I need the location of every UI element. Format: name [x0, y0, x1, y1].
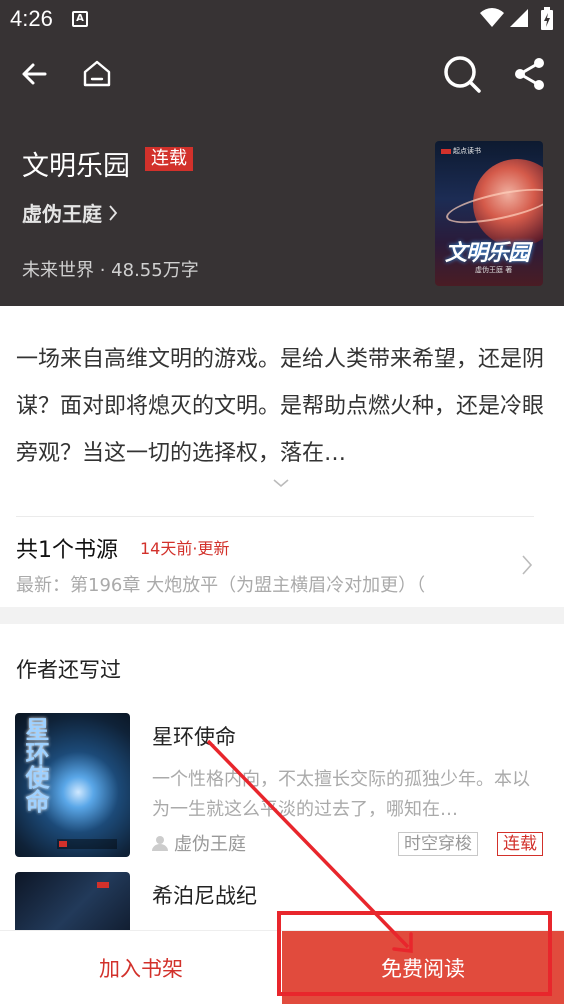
section-title: 作者还写过 [16, 658, 121, 682]
status-badge: 连载 [145, 147, 193, 171]
wifi-icon [480, 8, 504, 27]
chevron-right-icon [109, 204, 118, 221]
status-time: 4:26 [10, 6, 53, 31]
notification-icon: A [72, 11, 88, 27]
expand-button[interactable] [272, 474, 290, 493]
battery-icon [541, 7, 553, 30]
cover-author: 虚伪王庭 著 [475, 266, 513, 274]
add-to-shelf-button[interactable]: 加入书架 [0, 931, 282, 1004]
book-cover[interactable] [15, 872, 130, 930]
search-icon [444, 56, 481, 93]
cover-publisher-logo [57, 839, 117, 849]
status-tag: 连载 [497, 832, 543, 856]
source-update: 14天前·更新 [140, 539, 230, 558]
book-description: 一个性格内向，不太擅长交际的孤独少年。本以为一生就这么平淡的过去了，哪知在… [152, 769, 530, 820]
arrow-left-icon [22, 63, 47, 85]
genre-tag: 时空穿梭 [398, 832, 478, 856]
source-count: 共1个书源 [16, 538, 118, 563]
book-author: 虚伪王庭 [152, 830, 246, 856]
back-button[interactable] [12, 52, 56, 96]
search-button[interactable] [440, 52, 484, 96]
status-bar: 4:26 A [0, 0, 564, 38]
author-link[interactable]: 虚伪王庭 [22, 198, 118, 227]
share-button[interactable] [508, 52, 552, 96]
chevron-right-icon [522, 555, 533, 575]
bottom-bar: 加入书架 免费阅读 [0, 930, 564, 1004]
book-description[interactable]: 一场来自高维文明的游戏。是给人类带来希望，还是阴谋？面对即将熄灭的文明。是帮助点… [16, 336, 548, 477]
book-title: 希泊尼战纪 [152, 884, 257, 908]
cover-publisher: 起点读书 [441, 146, 481, 156]
book-header: 文明乐园 连载 虚伪王庭 未来世界 · 48.55万字 起点读书 文明乐园 虚伪… [0, 38, 564, 306]
author-name: 虚伪王庭 [22, 202, 102, 226]
book-title: 文明乐园 [22, 151, 130, 182]
cover-title: 星环使命 [21, 717, 49, 813]
signal-icon [510, 9, 528, 27]
book-meta: 未来世界 · 48.55万字 [22, 260, 199, 281]
chevron-down-icon [273, 479, 289, 488]
home-icon [83, 60, 111, 87]
share-icon [515, 58, 544, 90]
book-cover[interactable]: 星环使命 [15, 713, 130, 857]
book-cover[interactable]: 起点读书 文明乐园 虚伪王庭 著 [435, 141, 543, 286]
list-item[interactable]: 希泊尼战纪 [0, 872, 564, 930]
list-item[interactable]: 星环使命 星环使命 一个性格内向，不太擅长交际的孤独少年。本以为一生就这么平淡的… [0, 713, 564, 863]
divider [16, 516, 534, 517]
intro-section: 一场来自高维文明的游戏。是给人类带来希望，还是阴谋？面对即将熄灭的文明。是帮助点… [0, 306, 564, 607]
cover-title: 文明乐园 [445, 241, 530, 266]
person-icon [152, 836, 168, 851]
other-works-section: 作者还写过 星环使命 星环使命 一个性格内向，不太擅长交际的孤独少年。本以为一生… [0, 624, 564, 930]
latest-chapter: 最新：第196章 大炮放平（为盟主横眉冷对加更）（ [16, 575, 426, 596]
home-button[interactable] [75, 52, 119, 96]
read-free-button[interactable]: 免费阅读 [282, 931, 564, 1004]
book-title: 星环使命 [152, 725, 236, 749]
